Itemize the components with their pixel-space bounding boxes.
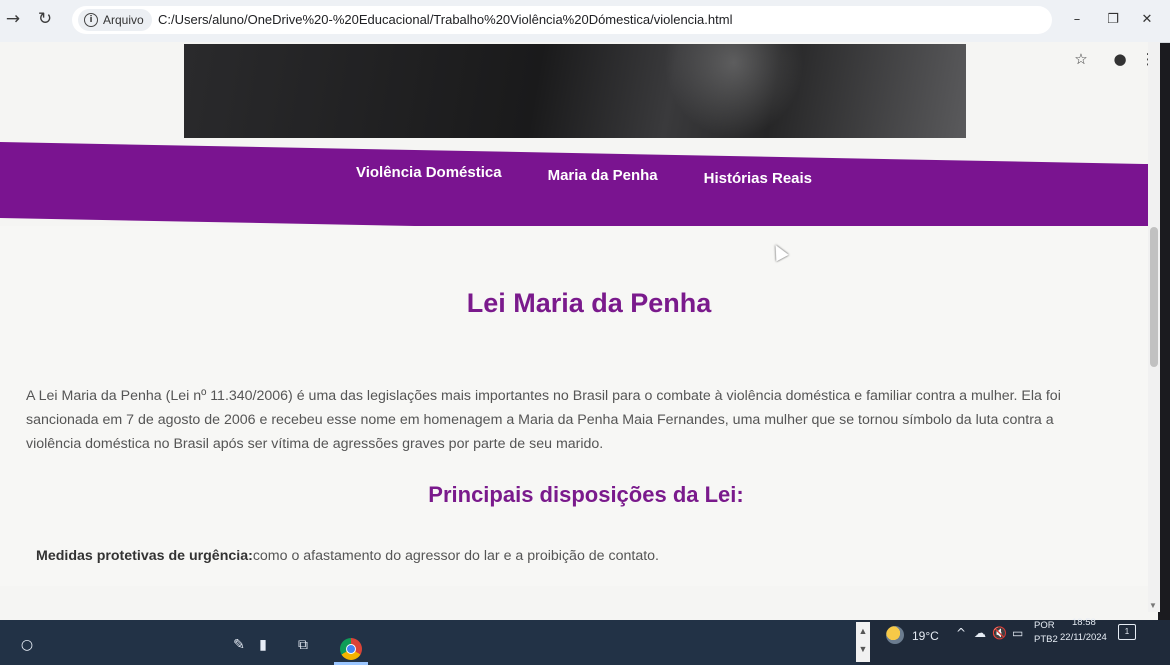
task-view-icon[interactable]: ⧉ — [292, 634, 314, 656]
speaker-muted-icon[interactable]: 🔇 — [992, 626, 1007, 640]
info-icon: i — [84, 13, 98, 27]
browser-toolbar: → ↻ i Arquivo C:/Users/aluno/OneDrive%20… — [0, 0, 1170, 43]
taskbar-apps: ○ ✎ ▮ ⧉ — [0, 620, 860, 665]
clock-date[interactable]: 22/11/2024 — [1060, 632, 1107, 643]
page-scrollbar[interactable]: ▼ — [1148, 42, 1160, 612]
clock-time[interactable]: 18:58 — [1072, 617, 1096, 628]
provision-item: Medidas protetivas de urgência:como o af… — [36, 548, 659, 564]
site-info-label: Arquivo — [103, 13, 144, 27]
pen-icon[interactable]: ✎ — [228, 634, 250, 656]
language-text[interactable]: POR — [1034, 620, 1055, 631]
close-icon[interactable]: ✕ — [1130, 8, 1164, 32]
search-icon[interactable]: ○ — [16, 634, 38, 656]
provision-text: como o afastamento do agressor do lar e … — [252, 548, 659, 564]
section-title: Principais disposições da Lei: — [428, 482, 744, 507]
star-icon[interactable]: ☆ — [1069, 48, 1093, 70]
reload-icon[interactable]: ↻ — [32, 6, 58, 32]
provision-term: Medidas protetivas de urgência: — [36, 548, 253, 564]
page-title: Lei Maria da Penha — [466, 288, 712, 318]
site-nav-links: Violência Doméstica Maria da Penha Histó… — [0, 164, 1148, 187]
network-icon[interactable]: ▭ — [1012, 626, 1023, 640]
nav-link-historias-reais[interactable]: Histórias Reais — [704, 170, 812, 187]
nav-link-maria-da-penha[interactable]: Maria da Penha — [548, 167, 658, 187]
scrollbar-thumb[interactable] — [1150, 227, 1158, 367]
minimize-icon[interactable]: – — [1060, 8, 1094, 32]
restore-icon[interactable]: ❐ — [1096, 8, 1130, 32]
tray-scroll-icon[interactable]: ▲ ▼ — [856, 622, 870, 662]
cloud-icon[interactable]: ☁ — [974, 626, 986, 640]
url-text[interactable]: C:/Users/aluno/OneDrive%20-%20Educaciona… — [158, 12, 732, 27]
notifications-icon[interactable]: 1 — [1118, 624, 1136, 640]
chevron-up-icon[interactable]: ^ — [956, 626, 966, 640]
chrome-icon[interactable] — [340, 638, 362, 660]
intro-paragraph: A Lei Maria da Penha (Lei nº 11.340/2006… — [26, 388, 1061, 452]
profile-icon[interactable]: ● — [1108, 48, 1132, 70]
site-info-chip[interactable]: i Arquivo — [78, 9, 152, 31]
temperature-text[interactable]: 19°C — [912, 629, 939, 643]
address-bar[interactable]: i Arquivo C:/Users/aluno/OneDrive%20-%20… — [72, 6, 1052, 34]
hero-image — [184, 44, 966, 138]
notification-count: 1 — [1124, 627, 1130, 636]
nav-link-violencia-domestica[interactable]: Violência Doméstica — [356, 164, 502, 187]
windows-taskbar: ○ ✎ ▮ ⧉ ▲ ▼ 19°C ^ ☁ 🔇 ▭ POR PTB2 18:58 2… — [0, 617, 1170, 665]
weather-icon[interactable] — [886, 626, 904, 644]
back-arrow-icon[interactable]: → — [0, 6, 26, 32]
store-icon[interactable]: ▮ — [252, 634, 274, 656]
keyboard-layout-text[interactable]: PTB2 — [1034, 634, 1058, 645]
scroll-down-icon[interactable]: ▼ — [1149, 601, 1157, 610]
